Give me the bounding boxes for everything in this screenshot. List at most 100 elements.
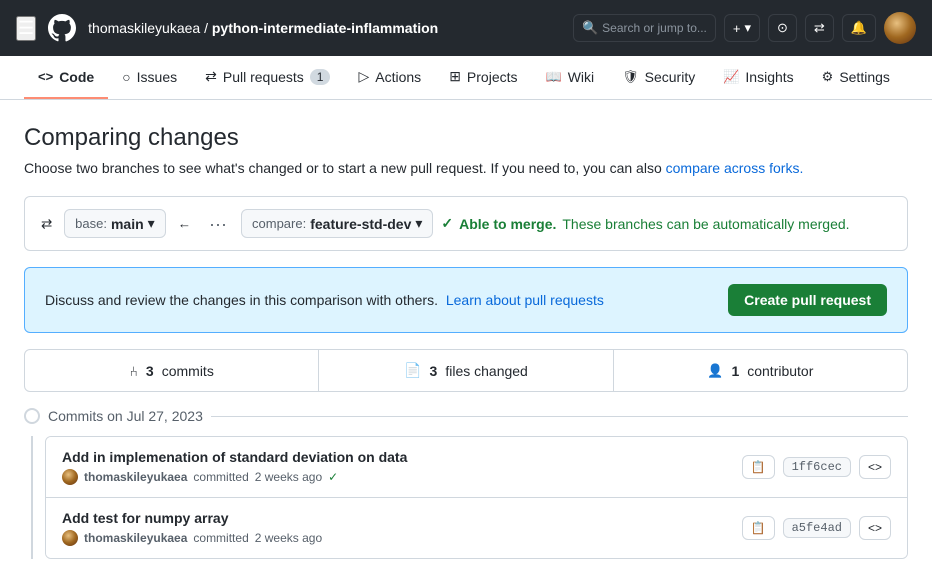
info-text: Discuss and review the changes in this c… (45, 292, 438, 308)
hamburger-button[interactable]: ☰ (16, 16, 36, 41)
issues-icon: ○ (122, 69, 130, 85)
commit-action: committed (193, 470, 248, 484)
search-button[interactable]: 🔍 Search or jump to... (573, 14, 716, 42)
commit-meta: thomaskileyukaea committed 2 weeks ago (62, 530, 322, 546)
issues-global-icon: ⊙ (777, 20, 788, 36)
page-subtitle: Choose two branches to see what's change… (24, 160, 908, 176)
bell-icon: 🔔 (851, 20, 867, 36)
switch-branches-button[interactable]: ⇄ (37, 212, 56, 236)
nav-item-issues[interactable]: ○ Issues (108, 57, 191, 99)
issues-global-button[interactable]: ⊙ (768, 14, 797, 42)
pull-requests-badge: 1 (310, 69, 331, 85)
nav-label-settings: Settings (839, 69, 890, 85)
base-branch-select[interactable]: base: main ▾ (64, 209, 166, 238)
copy-hash-button[interactable]: 📋 (742, 516, 775, 540)
repo-separator: / (204, 20, 212, 36)
commit-author-link[interactable]: thomaskileyukaea (84, 470, 187, 484)
nav-item-actions[interactable]: ▷ Actions (344, 56, 435, 99)
shield-icon: 🛡 (622, 69, 639, 85)
pull-requests-icon: ⇄ (205, 68, 217, 85)
nav-item-projects[interactable]: ⊞ Projects (435, 56, 531, 99)
commit-title: Add in implemenation of standard deviati… (62, 449, 407, 465)
compare-value: feature-std-dev (310, 216, 411, 232)
copy-hash-button[interactable]: 📋 (742, 455, 775, 479)
left-arrow-button[interactable]: ← (174, 212, 195, 235)
commits-section: Commits on Jul 27, 2023 Add in implemena… (24, 408, 908, 559)
commit-hash: 1ff6cec (783, 457, 851, 477)
contributors-count: 1 (731, 363, 739, 379)
commit-author-link[interactable]: thomaskileyukaea (84, 531, 187, 545)
nav-item-settings[interactable]: ⚙ Settings (808, 57, 904, 99)
commits-timeline: Add in implemenation of standard deviati… (31, 436, 908, 559)
commits-date-header: Commits on Jul 27, 2023 (24, 408, 908, 424)
nav-label-projects: Projects (467, 69, 518, 85)
page-title: Comparing changes (24, 124, 908, 152)
nav-item-pull-requests[interactable]: ⇄ Pull requests 1 (191, 56, 344, 99)
compare-dropdown-icon: ▾ (415, 215, 422, 232)
insights-icon: 📈 (723, 69, 739, 85)
commit-list: Add in implemenation of standard deviati… (45, 436, 908, 559)
repo-name-link[interactable]: python-intermediate-inflammation (212, 20, 438, 36)
commits-stat[interactable]: ⑃ 3 commits (25, 350, 319, 391)
nav-item-code[interactable]: <> Code (24, 57, 108, 99)
commits-date-line (211, 416, 908, 417)
merge-check-icon: ✓ (441, 215, 453, 232)
base-label: base: (75, 216, 107, 231)
code-icon: <> (868, 521, 882, 535)
search-label: Search or jump to... (602, 21, 707, 35)
files-stat-icon: 📄 (404, 362, 421, 379)
nav-item-insights[interactable]: 📈 Insights (709, 57, 807, 99)
wiki-icon: 📖 (546, 69, 562, 85)
contributors-stat[interactable]: 👤 1 contributor (614, 350, 907, 391)
code-icon: <> (38, 69, 53, 84)
commit-right: 📋 1ff6cec <> (742, 455, 891, 479)
browse-code-button[interactable]: <> (859, 516, 891, 540)
files-stat[interactable]: 📄 3 files changed (319, 350, 613, 391)
files-label: files changed (445, 363, 528, 379)
github-logo (46, 12, 78, 44)
projects-icon: ⊞ (449, 68, 461, 85)
new-button[interactable]: + ▾ (724, 14, 760, 42)
commit-meta: thomaskileyukaea committed 2 weeks ago ✓ (62, 469, 407, 485)
compare-label: compare: (252, 216, 306, 231)
avatar[interactable] (884, 12, 916, 44)
notifications-button[interactable]: 🔔 (842, 14, 876, 42)
commit-action: committed (193, 531, 248, 545)
compare-branch-select[interactable]: compare: feature-std-dev ▾ (241, 209, 433, 238)
copy-icon: 📋 (751, 521, 766, 535)
nav-item-wiki[interactable]: 📖 Wiki (532, 57, 609, 99)
pull-requests-global-button[interactable]: ⇄ (805, 14, 834, 42)
base-value: main (111, 216, 144, 232)
nav-item-security[interactable]: 🛡 Security (608, 57, 709, 99)
repo-owner-link[interactable]: thomaskileyukaea (88, 20, 200, 36)
contributors-label: contributor (747, 363, 813, 379)
create-pull-request-button[interactable]: Create pull request (728, 284, 887, 316)
commits-stat-icon: ⑃ (130, 363, 138, 379)
commit-time: 2 weeks ago (255, 531, 322, 545)
base-dropdown-icon: ▾ (148, 215, 155, 232)
compare-across-forks-link[interactable]: compare across forks. (666, 160, 804, 176)
browse-code-button[interactable]: <> (859, 455, 891, 479)
nav-label-code: Code (59, 69, 94, 85)
contributors-stat-icon: 👤 (707, 363, 723, 379)
learn-about-pr-link[interactable]: Learn about pull requests (446, 292, 604, 308)
header-left: ☰ thomaskileyukaea / python-intermediate… (16, 12, 561, 44)
nav-label-insights: Insights (745, 69, 793, 85)
settings-icon: ⚙ (822, 69, 834, 85)
commit-left: Add test for numpy array thomaskileyukae… (62, 510, 322, 546)
info-box-text: Discuss and review the changes in this c… (45, 292, 604, 308)
hamburger-icon: ☰ (18, 18, 34, 38)
repo-nav: <> Code ○ Issues ⇄ Pull requests 1 ▷ Act… (0, 56, 932, 100)
commits-count: 3 (146, 363, 154, 379)
compare-bar: ⇄ base: main ▾ ← ··· compare: feature-st… (24, 196, 908, 251)
pull-requests-global-icon: ⇄ (814, 20, 825, 36)
merge-status: ✓ Able to merge. These branches can be a… (441, 215, 849, 232)
dots-button[interactable]: ··· (203, 213, 233, 235)
commits-timeline-dot (24, 408, 40, 424)
nav-label-pull-requests: Pull requests (223, 69, 304, 85)
search-icon: 🔍 (582, 20, 598, 36)
info-box: Discuss and review the changes in this c… (24, 267, 908, 333)
code-icon: <> (868, 460, 882, 474)
commit-left: Add in implemenation of standard deviati… (62, 449, 407, 485)
avatar (62, 469, 78, 485)
